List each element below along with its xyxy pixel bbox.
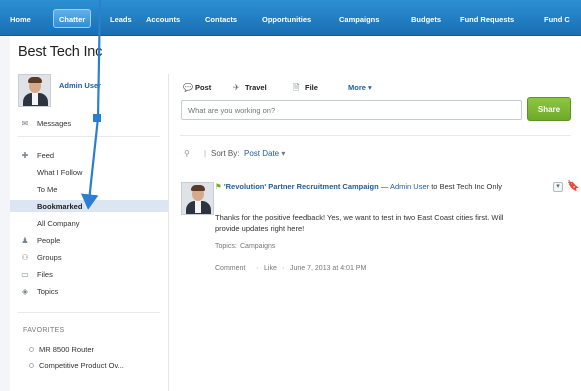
campaign-icon: ⚑ xyxy=(215,182,222,191)
sidebar-item-topics[interactable]: Topics xyxy=(37,286,58,297)
sort-divider: | xyxy=(204,149,207,158)
tab-contacts[interactable]: Contacts xyxy=(205,13,237,26)
files-icon: ▭ xyxy=(21,270,29,279)
favorite-item-competitive-product[interactable]: Competitive Product Ov... xyxy=(39,360,124,371)
bookmark-icon[interactable]: 🔖 xyxy=(567,181,579,192)
topic-link-campaigns[interactable]: Campaigns xyxy=(240,241,275,252)
sidebar-item-people[interactable]: People xyxy=(37,235,60,246)
feed-icon: ✚ xyxy=(21,151,29,160)
post-author-avatar[interactable] xyxy=(181,182,214,215)
post-icon: 💬 xyxy=(183,83,193,92)
tab-chatter[interactable]: Chatter xyxy=(53,9,92,28)
chevron-down-icon: ▾ xyxy=(281,149,286,158)
sort-label: Sort By: xyxy=(211,149,240,158)
tab-opportunities[interactable]: Opportunities xyxy=(262,13,311,26)
post-group-link[interactable]: Best Tech Inc Only xyxy=(440,182,502,191)
user-avatar[interactable] xyxy=(18,74,51,107)
sidebar-separator xyxy=(18,312,160,313)
favorite-item-router[interactable]: MR 8500 Router xyxy=(39,344,94,355)
groups-icon: ⚇ xyxy=(21,253,29,262)
messages-icon: ✉ xyxy=(21,119,29,128)
comment-link[interactable]: Comment xyxy=(215,263,245,274)
tab-fund-c[interactable]: Fund C xyxy=(544,13,570,26)
post-campaign-link[interactable]: 'Revolution' Partner Recruitment Campaig… xyxy=(224,182,379,191)
sidebar-item-files[interactable]: Files xyxy=(37,269,53,280)
topics-label: Topics: xyxy=(215,243,237,250)
user-name-link[interactable]: Admin User xyxy=(59,80,101,91)
page-title: Best Tech Inc xyxy=(18,44,103,60)
file-icon: 🗎 xyxy=(293,83,300,92)
publisher-tab-more[interactable]: More ▾ xyxy=(348,82,372,93)
publisher-separator xyxy=(180,135,571,136)
search-icon[interactable]: ⚲ xyxy=(184,148,190,159)
publisher-tab-file[interactable]: File xyxy=(305,82,318,93)
chatter-page: Best Tech Inc Admin User ✉ Messages ✚ Fe… xyxy=(10,36,581,391)
sort-dropdown[interactable]: Post Date ▾ xyxy=(244,148,285,159)
favorite-bullet-icon xyxy=(29,347,34,352)
favorite-bullet-icon xyxy=(29,363,34,368)
sidebar-item-bookmarked[interactable]: Bookmarked xyxy=(37,201,82,212)
post-input[interactable] xyxy=(181,100,522,120)
top-nav-bar: Home Chatter Leads Accounts Contacts Opp… xyxy=(0,0,581,36)
tab-leads[interactable]: Leads xyxy=(110,13,132,26)
post-timestamp[interactable]: June 7, 2013 at 4:01 PM xyxy=(290,263,366,274)
tab-campaigns[interactable]: Campaigns xyxy=(339,13,379,26)
sidebar-item-feed[interactable]: Feed xyxy=(37,150,54,161)
tab-budgets[interactable]: Budgets xyxy=(411,13,441,26)
sidebar-divider xyxy=(168,74,169,391)
topics-icon: ◈ xyxy=(21,287,29,296)
sidebar-item-groups[interactable]: Groups xyxy=(37,252,62,263)
sidebar-item-what-i-follow[interactable]: What I Follow xyxy=(37,167,82,178)
sidebar-separator xyxy=(18,136,160,137)
publisher-tab-post[interactable]: Post xyxy=(195,82,211,93)
post-author-link[interactable]: Admin User xyxy=(390,182,429,191)
post-options-dropdown-icon[interactable]: ▾ xyxy=(553,182,563,192)
post-header: ⚑ 'Revolution' Partner Recruitment Campa… xyxy=(215,182,502,191)
publisher-tab-travel[interactable]: Travel xyxy=(245,82,267,93)
post-body: Thanks for the positive feedback! Yes, w… xyxy=(215,213,504,233)
tab-home[interactable]: Home xyxy=(10,13,31,26)
share-button[interactable]: Share xyxy=(527,97,571,121)
like-link[interactable]: Like xyxy=(264,263,277,274)
selected-item-highlight xyxy=(10,200,168,212)
tab-accounts[interactable]: Accounts xyxy=(146,13,180,26)
sidebar-item-to-me[interactable]: To Me xyxy=(37,184,57,195)
sidebar-item-messages[interactable]: Messages xyxy=(37,118,71,129)
people-icon: ♟ xyxy=(21,236,29,245)
favorites-header: FAVORITES xyxy=(23,327,65,334)
chevron-down-icon: ▾ xyxy=(368,83,372,92)
travel-icon: ✈ xyxy=(233,83,240,92)
sidebar-item-all-company[interactable]: All Company xyxy=(37,218,80,229)
tab-fund-requests[interactable]: Fund Requests xyxy=(460,13,514,26)
